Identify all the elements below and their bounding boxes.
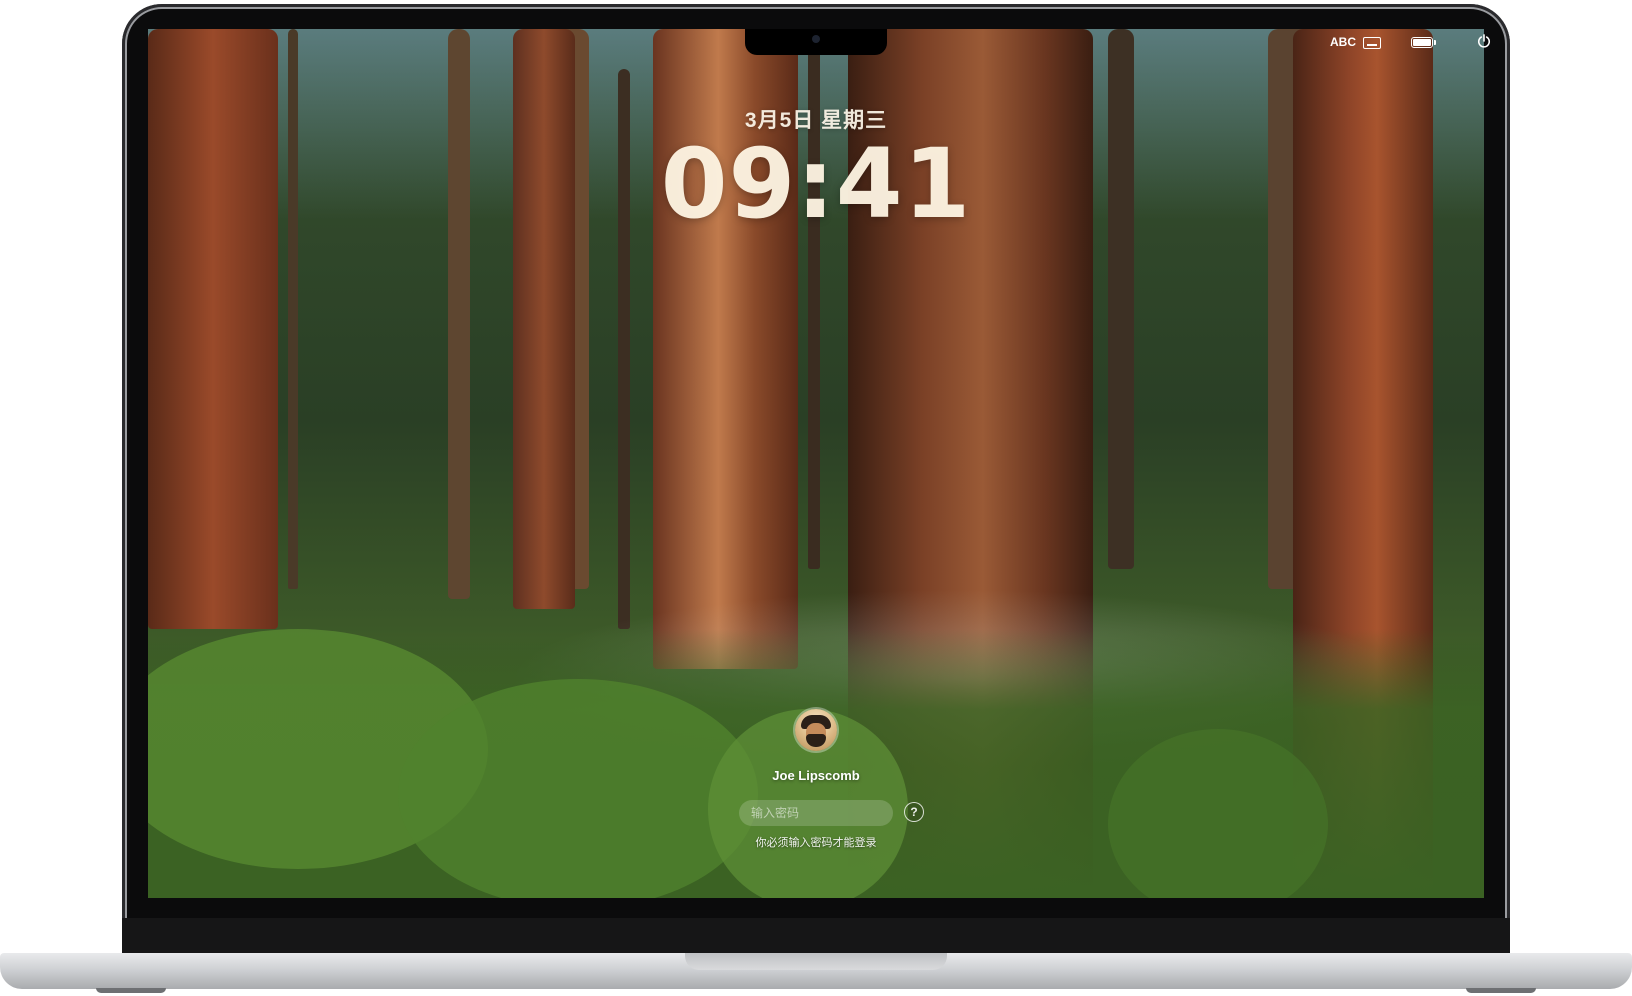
laptop-foot-left [96,988,166,993]
keyboard-icon [1363,36,1382,49]
fern-bush [398,679,758,898]
input-source-menu[interactable]: ABC [1330,35,1382,49]
laptop-foot-right [1466,988,1536,993]
menu-bar-status: ABC [1330,31,1493,53]
password-input[interactable] [739,800,893,826]
user-avatar[interactable] [795,709,837,751]
lock-screen-clock: 09:41 [660,128,972,240]
battery-icon[interactable] [1411,36,1437,48]
laptop-thumb-notch [685,953,947,970]
user-name: Joe Lipscomb [772,768,860,783]
camera-icon [812,35,820,43]
password-hint: 你必须输入密码才能登录 [755,837,877,849]
help-button[interactable]: ? [904,802,924,822]
laptop-chin [122,918,1510,956]
avatar-beard [806,734,826,747]
question-mark-icon: ? [910,805,918,819]
camera-notch [745,29,887,55]
input-source-label: ABC [1330,35,1356,49]
power-icon[interactable] [1477,34,1493,50]
